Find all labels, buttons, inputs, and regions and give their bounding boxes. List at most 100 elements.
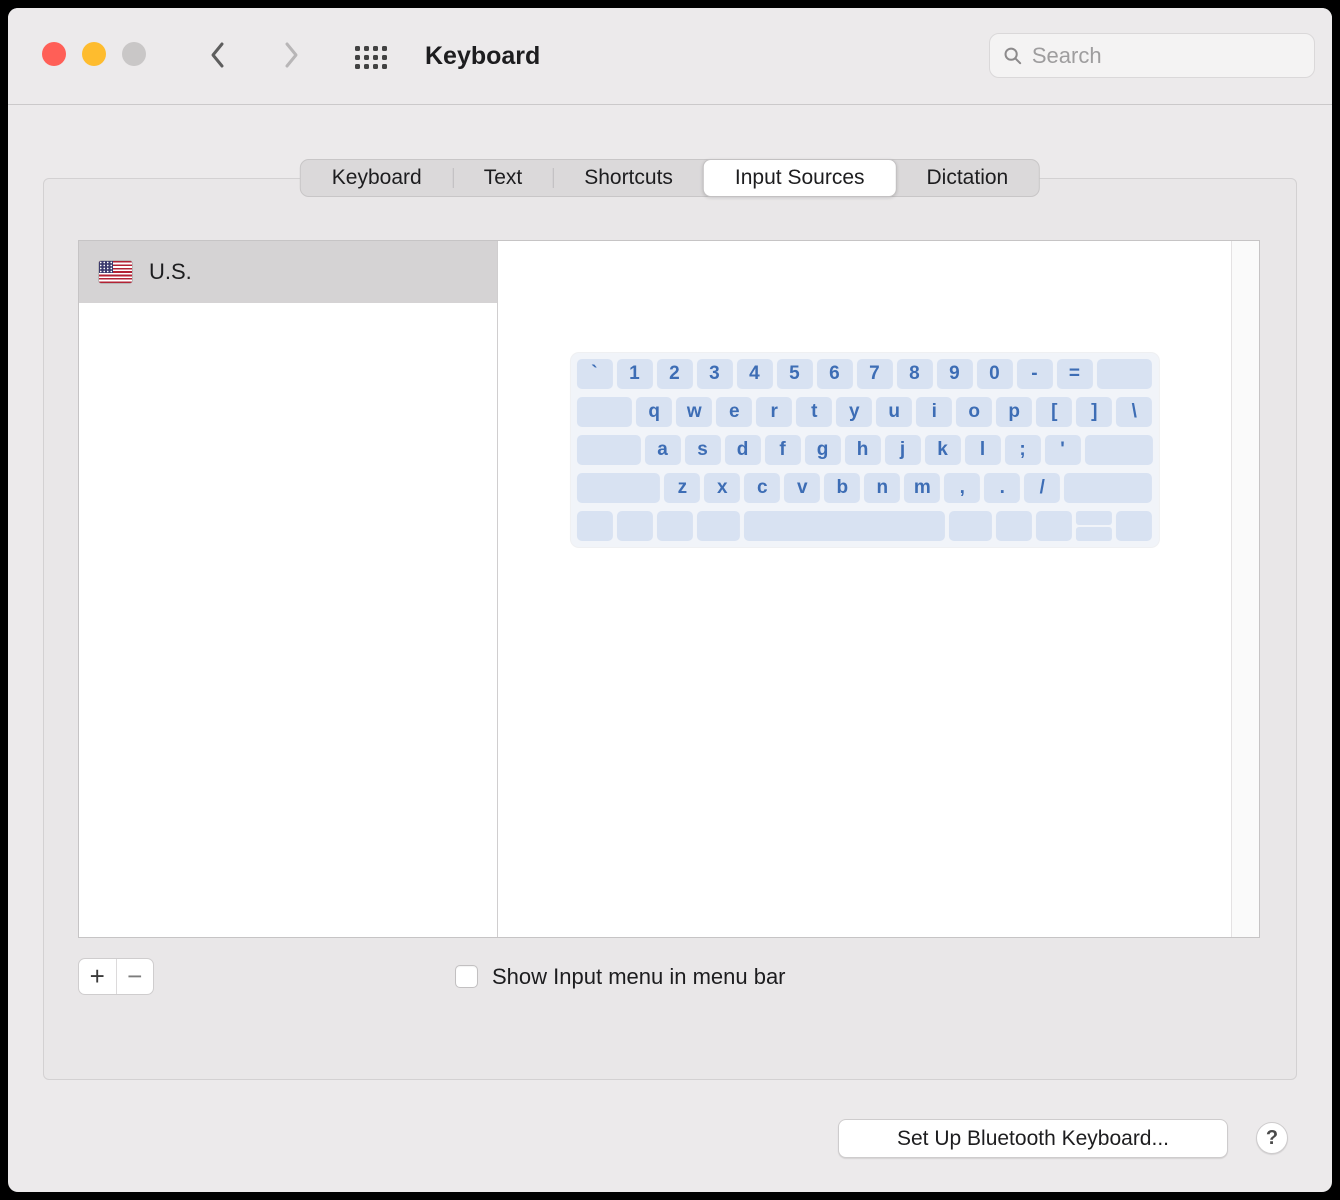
key-blank	[1036, 511, 1073, 541]
chevron-left-icon	[211, 42, 224, 68]
key-b: b	[824, 473, 861, 503]
key-\: \	[1116, 397, 1153, 427]
keyboard-row: ` 1 2 3 4 5 6 7 8 9 0- =	[576, 359, 1153, 389]
page-title: Keyboard	[425, 42, 541, 70]
key-g: g	[804, 435, 841, 465]
show-all-grid-button[interactable]	[355, 42, 389, 72]
back-button[interactable]	[201, 38, 235, 72]
chevron-right-icon	[285, 42, 298, 68]
key-blank	[576, 435, 641, 465]
key-blank	[576, 397, 633, 427]
key-y: y	[836, 397, 873, 427]
key-blank	[656, 511, 693, 541]
key-4: 4	[736, 359, 773, 389]
key-z: z	[664, 473, 701, 503]
key-]: ]	[1076, 397, 1113, 427]
input-sources-box: U.S. ` 1 2 3 4 5 6 7 8 9 0- = q w e r t y u i o p[] \ a s d f g h j k l…	[78, 240, 1260, 938]
key-d: d	[724, 435, 761, 465]
close-button[interactable]	[42, 42, 66, 66]
key-c: c	[744, 473, 781, 503]
key-blank	[616, 511, 653, 541]
scrollbar-track[interactable]	[1231, 241, 1259, 937]
add-input-source-button[interactable]: +	[79, 959, 116, 994]
titlebar: Keyboard	[8, 8, 1332, 105]
key-blank	[996, 511, 1033, 541]
forward-button[interactable]	[274, 38, 308, 72]
tab-text[interactable]: Text	[452, 160, 554, 196]
minimize-button[interactable]	[82, 42, 106, 66]
zoom-button[interactable]	[122, 42, 146, 66]
key-f: f	[764, 435, 801, 465]
key-blank	[1096, 359, 1153, 389]
key-n: n	[864, 473, 901, 503]
key-blank	[576, 511, 613, 541]
keyboard-preview-area: ` 1 2 3 4 5 6 7 8 9 0- = q w e r t y u i o p[] \ a s d f g h j k l; ' z x c…	[498, 241, 1231, 937]
key-a: a	[644, 435, 681, 465]
key-t: t	[796, 397, 833, 427]
key-o: o	[956, 397, 993, 427]
search-icon	[1004, 47, 1022, 64]
search-field[interactable]	[989, 33, 1315, 78]
key-7: 7	[856, 359, 893, 389]
key--: -	[1016, 359, 1053, 389]
key-q: q	[636, 397, 673, 427]
key-blank	[1064, 473, 1153, 503]
key-0: 0	[976, 359, 1013, 389]
us-flag-icon	[99, 261, 132, 283]
key-j: j	[884, 435, 921, 465]
setup-bluetooth-keyboard-button[interactable]: Set Up Bluetooth Keyboard...	[838, 1119, 1228, 1158]
key-`: `	[576, 359, 613, 389]
key-l: l	[964, 435, 1001, 465]
key-8: 8	[896, 359, 933, 389]
input-source-list: U.S.	[79, 241, 498, 937]
key-blank	[576, 473, 661, 503]
source-label: U.S.	[149, 259, 192, 284]
key-2: 2	[656, 359, 693, 389]
keyboard-row: a s d f g h j k l; '	[576, 435, 1153, 465]
key-i: i	[916, 397, 953, 427]
key-p: p	[996, 397, 1033, 427]
key-': '	[1044, 435, 1081, 465]
key-;: ;	[1004, 435, 1041, 465]
key-5: 5	[776, 359, 813, 389]
key-/: /	[1024, 473, 1061, 503]
key-[: [	[1036, 397, 1073, 427]
key-blank	[1076, 511, 1113, 541]
key-blank	[949, 511, 993, 541]
key-,: ,	[944, 473, 981, 503]
tab-keyboard[interactable]: Keyboard	[301, 160, 453, 196]
show-input-menu-row: Show Input menu in menu bar	[455, 958, 786, 995]
key-w: w	[676, 397, 713, 427]
key-blank	[1116, 511, 1153, 541]
search-input[interactable]	[1031, 42, 1301, 69]
key-blank	[743, 511, 946, 541]
keyboard-row: z x c v b n m,. /	[576, 473, 1153, 503]
key-s: s	[684, 435, 721, 465]
key-h: h	[844, 435, 881, 465]
tab-input-sources[interactable]: Input Sources	[702, 159, 897, 197]
key-m: m	[904, 473, 941, 503]
show-input-menu-label: Show Input menu in menu bar	[492, 963, 786, 989]
key-9: 9	[936, 359, 973, 389]
key-1: 1	[616, 359, 653, 389]
key-blank	[1084, 435, 1153, 465]
key-3: 3	[696, 359, 733, 389]
list-item-us[interactable]: U.S.	[79, 241, 497, 303]
key-u: u	[876, 397, 913, 427]
key-v: v	[784, 473, 821, 503]
keyboard-preferences-window: Keyboard Keyboard Text Shortcuts Input S…	[8, 8, 1332, 1192]
keyboard-preview: ` 1 2 3 4 5 6 7 8 9 0- = q w e r t y u i o p[] \ a s d f g h j k l; ' z x c…	[570, 353, 1159, 547]
tab-shortcuts[interactable]: Shortcuts	[553, 160, 704, 196]
key-blank	[696, 511, 740, 541]
key-r: r	[756, 397, 793, 427]
tab-dictation[interactable]: Dictation	[896, 160, 1040, 196]
key-x: x	[704, 473, 741, 503]
remove-input-source-button[interactable]: −	[115, 959, 154, 994]
key-k: k	[924, 435, 961, 465]
key-6: 6	[816, 359, 853, 389]
keyboard-row	[576, 511, 1153, 541]
tab-bar: Keyboard Text Shortcuts Input Sources Di…	[299, 159, 1041, 197]
show-input-menu-checkbox[interactable]	[455, 965, 478, 988]
keyboard-row: q w e r t y u i o p[] \	[576, 397, 1153, 427]
help-button[interactable]: ?	[1256, 1122, 1288, 1154]
